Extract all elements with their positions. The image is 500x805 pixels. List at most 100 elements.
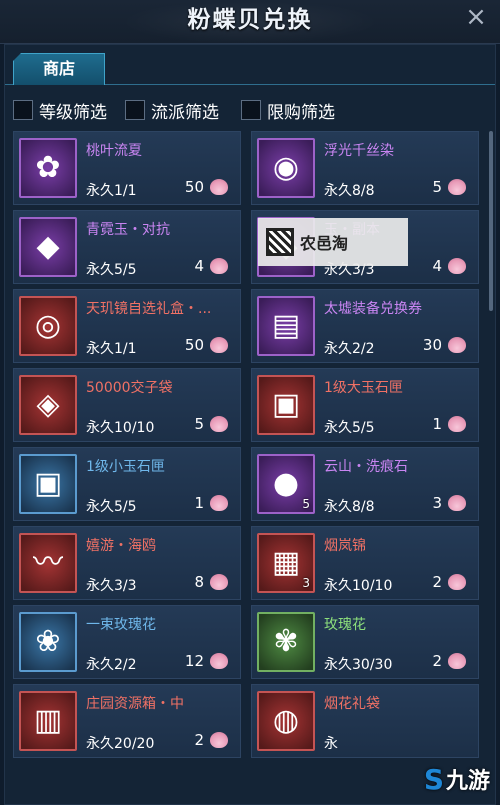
item-name: 玫瑰花 [324, 617, 366, 633]
item-price: 5 [194, 415, 204, 433]
item-name: 浮光千丝染 [324, 143, 394, 159]
item-name: 桃叶流夏 [86, 143, 142, 159]
filter-bar: 等级筛选 流派筛选 限购筛选 [13, 97, 493, 125]
jiuyou-logo: S 九游 [370, 759, 490, 799]
shop-item-card[interactable]: ◉ 浮光千丝染 永久8/8 5 [251, 131, 479, 205]
filter-level[interactable]: 等级筛选 [13, 97, 107, 123]
seagull-icon: 〰 [19, 533, 77, 593]
shop-item-card[interactable]: ◍ 烟花礼袋永 [251, 684, 479, 758]
pink-butterfly-shell-currency-icon [448, 416, 466, 432]
item-name: 太墟装备兑换券 [324, 301, 422, 317]
watermark: 农邑淘 [258, 218, 408, 266]
shop-item-card[interactable]: ✾ 玫瑰花 永久30/30 2 [251, 605, 479, 679]
shop-item-card[interactable]: ▤ 太墟装备兑换券 永久2/2 30 [251, 289, 479, 363]
shop-item-card[interactable]: ▣ 1级大玉石匣 永久5/5 1 [251, 368, 479, 442]
school-filter-checkbox[interactable] [125, 100, 145, 120]
shop-item-card[interactable]: ✿ 桃叶流夏 永久1/1 50 [13, 131, 241, 205]
rose-bouquet-icon: ❀ [19, 612, 77, 672]
shop-item-card[interactable]: ▦ 3 烟岚锦 永久10/10 2 [251, 526, 479, 600]
item-glyph: ◈ [36, 387, 60, 422]
item-glyph: ▤ [271, 308, 301, 343]
item-name: 嬉游・海鸥 [86, 538, 156, 554]
pink-butterfly-shell-currency-icon [448, 495, 466, 511]
dye-bowl-icon: ◉ [257, 138, 315, 198]
item-glyph: 〰 [33, 545, 63, 580]
item-purchase-limit: 永久2/2 [86, 657, 137, 673]
item-name: 50000交子袋 [86, 380, 173, 396]
item-purchase-limit: 永久1/1 [86, 341, 137, 357]
item-price: 1 [432, 415, 442, 433]
pink-butterfly-shell-currency-icon [448, 574, 466, 590]
pink-butterfly-shell-currency-icon [210, 495, 228, 511]
item-glyph: ◆ [36, 229, 60, 264]
item-name: 1级大玉石匣 [324, 380, 403, 396]
item-purchase-limit: 永久20/20 [86, 736, 155, 752]
pink-butterfly-shell-currency-icon [448, 179, 466, 195]
item-price: 2 [432, 573, 442, 591]
item-glyph: ▣ [271, 387, 301, 422]
shop-item-card[interactable]: ▣ 1级小玉石匣 永久5/5 1 [13, 447, 241, 521]
filter-label: 限购筛选 [267, 102, 335, 123]
flower-hairpin-icon: ✿ [19, 138, 77, 198]
scrollbar[interactable] [489, 131, 493, 311]
item-glyph: ◍ [272, 703, 300, 738]
resource-box-icon: ▥ [19, 691, 77, 751]
rose-icon: ✾ [257, 612, 315, 672]
item-price: 50 [184, 336, 204, 354]
watermark-text: 农邑淘 [300, 234, 349, 253]
pink-butterfly-shell-currency-icon [210, 416, 228, 432]
tab-bar: 商店 [5, 45, 495, 85]
shop-item-card[interactable]: ● 5 云山・洗痕石 永久8/8 3 [251, 447, 479, 521]
item-stack-count: 5 [302, 497, 310, 511]
shop-panel: 商店 等级筛选 流派筛选 限购筛选 ✿ 桃叶流夏 永久1/1 50 ◉ 浮光千丝染 永久8/… [4, 44, 496, 805]
shop-item-card[interactable]: 〰 嬉游・海鸥 永久3/3 8 [13, 526, 241, 600]
filter-label: 等级筛选 [39, 102, 107, 123]
item-glyph: ▥ [33, 703, 63, 738]
shop-item-card[interactable]: ◆ 青霓玉・对抗 永久5/5 4 [13, 210, 241, 284]
item-price: 12 [184, 652, 204, 670]
item-name: 天玑镜自选礼盒・... [86, 301, 212, 317]
shop-item-card[interactable]: ◎ 天玑镜自选礼盒・... 永久1/1 50 [13, 289, 241, 363]
close-icon[interactable]: × [462, 4, 490, 32]
item-price: 50 [184, 178, 204, 196]
money-pouch-icon: ◈ [19, 375, 77, 435]
tab-shop[interactable]: 商店 [13, 53, 105, 85]
shop-item-card[interactable]: ▥ 庄园资源箱・中 永久20/20 2 [13, 684, 241, 758]
filter-purchase-limit[interactable]: 限购筛选 [241, 97, 335, 123]
item-glyph: ● [272, 466, 300, 501]
item-grid: ✿桃叶流夏永久1/150◉浮光千丝染永久8/85◆青霓玉・对抗永久5/54◆玉・… [13, 131, 491, 803]
pink-butterfly-shell-currency-icon [448, 258, 466, 274]
item-name: 烟花礼袋 [324, 696, 380, 712]
item-name: 烟岚锦 [324, 538, 366, 554]
filter-school[interactable]: 流派筛选 [125, 97, 219, 123]
logo-text: 九游 [445, 769, 490, 794]
item-name: 一束玫瑰花 [86, 617, 156, 633]
item-purchase-limit: 永久3/3 [86, 578, 137, 594]
item-price: 4 [194, 257, 204, 275]
pink-butterfly-shell-currency-icon [210, 732, 228, 748]
pink-butterfly-shell-currency-icon [448, 653, 466, 669]
item-purchase-limit: 永 [324, 736, 338, 752]
item-purchase-limit: 永久30/30 [324, 657, 393, 673]
item-stack-count: 3 [302, 576, 310, 590]
shop-item-card[interactable]: ◈ 50000交子袋 永久10/10 5 [13, 368, 241, 442]
purchase-limit-filter-checkbox[interactable] [241, 100, 261, 120]
item-price: 4 [432, 257, 442, 275]
jade-chest-icon: ▣ [257, 375, 315, 435]
item-price: 5 [432, 178, 442, 196]
level-filter-checkbox[interactable] [13, 100, 33, 120]
jade-icon: ◆ [19, 217, 77, 277]
qr-code-icon [266, 228, 294, 256]
item-name: 1级小玉石匣 [86, 459, 165, 475]
item-glyph: ✾ [273, 624, 299, 659]
filter-label: 流派筛选 [151, 102, 219, 123]
item-price: 1 [194, 494, 204, 512]
item-purchase-limit: 永久5/5 [86, 262, 137, 278]
item-price: 2 [194, 731, 204, 749]
title-bar: 粉蝶贝兑换 × [0, 0, 500, 44]
page-title: 粉蝶贝兑换 [187, 6, 313, 33]
item-glyph: ▦ [271, 545, 301, 580]
mirror-box-icon: ◎ [19, 296, 77, 356]
pink-butterfly-shell-currency-icon [210, 179, 228, 195]
shop-item-card[interactable]: ❀ 一束玫瑰花永久2/2 12 [13, 605, 241, 679]
